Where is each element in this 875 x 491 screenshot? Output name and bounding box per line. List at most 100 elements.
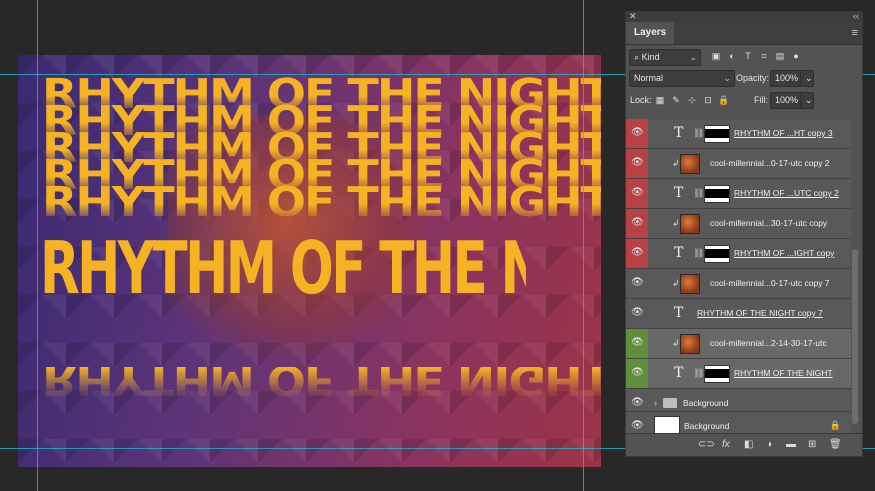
opacity-label: Opacity:: [736, 73, 770, 83]
close-icon[interactable]: ✕: [629, 11, 637, 22]
eye-icon[interactable]: 👁: [631, 188, 644, 198]
layer-name[interactable]: cool-millennial...2-14-30-17-utc: [710, 338, 827, 348]
layer-mask-thumbnail[interactable]: [704, 185, 730, 203]
filter-row: ⌕ Kind ⌄ ▣ ◐ T ⌗ ▤ ●: [626, 45, 862, 67]
layer-mask-thumbnail[interactable]: [704, 245, 730, 263]
layer-visibility-toggle[interactable]: 👁: [626, 329, 648, 358]
layer-thumbnail[interactable]: [680, 214, 700, 234]
document-canvas[interactable]: RHYTHM OF THE NIGHT RHYTHM OF THE NIGHT …: [18, 55, 601, 467]
layer-row[interactable]: 👁 ↲ cool-millennial...0-17-utc copy 7: [626, 269, 851, 299]
layer-row[interactable]: 👁 T ⛓ RHYTHM OF ...IGHT copy: [626, 239, 851, 269]
layer-name[interactable]: RHYTHM OF ...IGHT copy: [734, 248, 834, 258]
adjustment-layer-icon[interactable]: ◑: [766, 439, 772, 450]
opacity-input[interactable]: 100%: [770, 70, 804, 87]
layer-name[interactable]: Background: [684, 421, 729, 431]
layer-name[interactable]: RHYTHM OF ...UTC copy 2: [734, 188, 839, 198]
fill-dropdown[interactable]: ⌄: [800, 92, 814, 109]
layer-row[interactable]: 👁 T ⛓ RHYTHM OF THE NIGHT: [626, 359, 851, 389]
layer-row[interactable]: 👁 Background 🔒: [626, 412, 851, 437]
layer-visibility-toggle[interactable]: 👁: [626, 119, 648, 148]
link-icon[interactable]: ⛓: [693, 248, 704, 259]
add-mask-icon[interactable]: ◧: [744, 439, 753, 450]
trash-icon[interactable]: 🗑: [829, 439, 842, 450]
link-icon[interactable]: ⛓: [693, 368, 704, 379]
fx-icon[interactable]: fx: [722, 439, 730, 450]
tab-layers[interactable]: Layers: [626, 22, 675, 44]
layer-row[interactable]: 👁 T RHYTHM OF THE NIGHT copy 7: [626, 299, 851, 329]
layer-name[interactable]: RHYTHM OF ...HT copy 3: [734, 128, 833, 138]
panel-tab-row: Layers ≡: [626, 22, 862, 45]
layer-thumbnail[interactable]: [680, 154, 700, 174]
eye-icon[interactable]: 👁: [631, 278, 644, 288]
shape-filter-icon[interactable]: ⌗: [758, 50, 770, 62]
smart-object-filter-icon[interactable]: ▤: [774, 50, 786, 62]
layer-visibility-toggle[interactable]: 👁: [626, 239, 648, 268]
eye-icon[interactable]: 👁: [631, 338, 644, 348]
layers-list: 👁 T ⛓ RHYTHM OF ...HT copy 3 👁 ↲ cool-mill…: [626, 119, 851, 437]
clipping-arrow-icon: ↲: [672, 278, 680, 288]
layer-mask-thumbnail[interactable]: [704, 125, 730, 143]
layer-row[interactable]: 👁 T ⛓ RHYTHM OF ...HT copy 3: [626, 119, 851, 149]
adjustment-filter-icon[interactable]: ◐: [726, 50, 738, 62]
main-title-text: RHYTHM OF THE NIGHT: [40, 227, 526, 311]
layer-row[interactable]: 👁 ↲ cool-millennial...0-17-utc copy 2: [626, 149, 851, 179]
pixel-filter-icon[interactable]: ▣: [710, 50, 722, 62]
layer-visibility-toggle[interactable]: 👁: [626, 359, 648, 388]
layer-name[interactable]: cool-millennial...30-17-utc copy: [710, 218, 827, 228]
link-layers-icon[interactable]: ⊂⊃: [698, 439, 715, 450]
eye-icon[interactable]: 👁: [631, 158, 644, 168]
filter-toggle-icon[interactable]: ●: [790, 50, 802, 62]
kind-filter-value: Kind: [641, 52, 660, 62]
layer-row[interactable]: 👁 ↲ cool-millennial...30-17-utc copy: [626, 209, 851, 239]
layer-visibility-toggle[interactable]: 👁: [626, 209, 648, 238]
search-icon: ⌕: [634, 52, 640, 62]
layer-row[interactable]: 👁 T ⛓ RHYTHM OF ...UTC copy 2: [626, 179, 851, 209]
link-icon[interactable]: ⛓: [693, 128, 704, 139]
fill-input[interactable]: 100%: [770, 92, 804, 109]
eye-icon[interactable]: 👁: [631, 368, 644, 378]
blend-mode-value: Normal: [634, 73, 664, 83]
layer-row[interactable]: 👁 ↲ cool-millennial...2-14-30-17-utc: [626, 329, 851, 359]
layer-thumbnail[interactable]: [680, 274, 700, 294]
layer-name[interactable]: Background: [683, 398, 728, 408]
layer-visibility-toggle[interactable]: 👁: [626, 269, 648, 298]
kind-filter-select[interactable]: ⌕ Kind ⌄: [629, 49, 701, 66]
layers-panel: ✕ ‹‹ Layers ≡ ⌕ Kind ⌄ ▣ ◐ T ⌗ ▤ ● Norma…: [625, 11, 863, 457]
layers-scrollbar[interactable]: [852, 249, 858, 424]
new-group-icon[interactable]: ▬: [786, 439, 796, 450]
eye-icon[interactable]: 👁: [631, 421, 644, 431]
layer-visibility-toggle[interactable]: 👁: [626, 149, 648, 178]
type-filter-icon[interactable]: T: [742, 50, 754, 62]
eye-icon[interactable]: 👁: [631, 218, 644, 228]
opacity-dropdown[interactable]: ⌄: [800, 70, 814, 87]
lock-pixels-icon[interactable]: ✎: [670, 94, 682, 106]
eye-icon[interactable]: 👁: [631, 248, 644, 258]
layer-visibility-toggle[interactable]: 👁: [626, 179, 648, 208]
layer-visibility-toggle[interactable]: 👁: [626, 299, 648, 328]
lock-all-icon[interactable]: 🔒: [718, 94, 730, 106]
blend-mode-select[interactable]: Normal ⌄: [629, 70, 735, 87]
chevron-down-icon: ⌄: [723, 73, 731, 83]
collapse-icon[interactable]: ‹‹: [853, 11, 859, 21]
layer-name[interactable]: RHYTHM OF THE NIGHT: [734, 368, 833, 378]
eye-icon[interactable]: 👁: [631, 398, 644, 408]
layer-row[interactable]: 👁 › Background: [626, 389, 851, 412]
layer-mask-thumbnail[interactable]: [704, 365, 730, 383]
link-icon[interactable]: ⛓: [693, 188, 704, 199]
lock-artboard-icon[interactable]: ⊡: [702, 94, 714, 106]
eye-icon[interactable]: 👁: [631, 308, 644, 318]
type-layer-icon: T: [674, 245, 684, 261]
lock-transparency-icon[interactable]: ▦: [654, 94, 666, 106]
layer-name[interactable]: cool-millennial...0-17-utc copy 2: [710, 158, 830, 168]
layer-name[interactable]: cool-millennial...0-17-utc copy 7: [710, 278, 830, 288]
new-layer-icon[interactable]: ⊞: [808, 439, 816, 450]
layer-thumbnail[interactable]: [680, 334, 700, 354]
eye-icon[interactable]: 👁: [631, 128, 644, 138]
lock-position-icon[interactable]: ⊹: [686, 94, 698, 106]
panel-menu-icon[interactable]: ≡: [852, 27, 858, 39]
type-layer-icon: T: [674, 125, 684, 141]
expand-arrow-icon[interactable]: ›: [654, 398, 657, 408]
layer-name[interactable]: RHYTHM OF THE NIGHT copy 7: [697, 308, 823, 318]
panel-header-bar: ✕ ‹‹: [626, 11, 862, 22]
type-layer-icon: T: [674, 365, 684, 381]
